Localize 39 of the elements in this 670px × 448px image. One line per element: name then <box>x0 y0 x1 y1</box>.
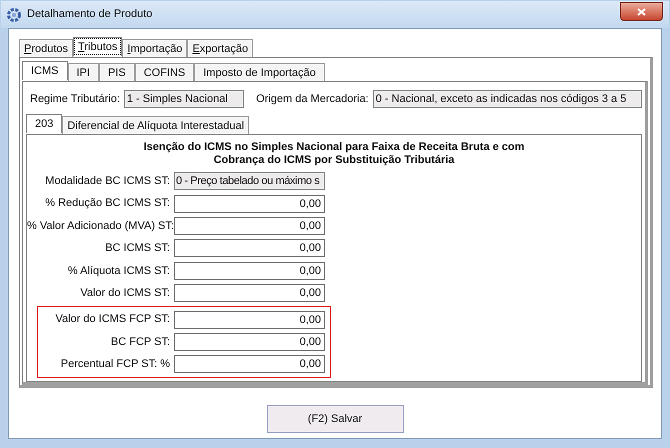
tab[interactable]: Diferencial de Alíquota Interestadual <box>62 116 250 134</box>
input-field[interactable]: 0,00 <box>174 355 325 374</box>
tab[interactable]: Imposto de Importação <box>194 63 325 81</box>
gear-icon <box>7 8 21 22</box>
input-field[interactable]: 0,00 <box>174 332 325 351</box>
field-label: Origem da Mercadoria: <box>256 92 369 107</box>
window-title: Detalhamento de Produto <box>27 7 152 22</box>
tab[interactable]: 203 <box>26 114 62 133</box>
field-label: % Redução BC ICMS ST: <box>44 196 171 212</box>
tab[interactable]: Exportação <box>187 39 254 57</box>
field-label: % Alíquota ICMS ST: <box>66 264 171 278</box>
tab[interactable]: Tributos <box>73 37 122 56</box>
tab[interactable]: Produtos <box>19 39 74 57</box>
input-field[interactable]: 0,00 <box>174 310 325 329</box>
close-icon <box>637 8 646 16</box>
input-field[interactable]: 0,00 <box>174 216 325 235</box>
field-label: Regime Tributário: <box>30 92 120 107</box>
input-field[interactable]: 0,00 <box>174 194 325 213</box>
section-heading: Isenção do ICMS no Simples Nacional para Faixa de Receita Bruta e com Cobrança do ICMS por Substituição Tributária <box>142 141 526 167</box>
tab[interactable]: ICMS <box>22 61 68 80</box>
close-button[interactable] <box>620 2 663 21</box>
dropdown-field[interactable]: 0 - Preço tabelado ou máximo s <box>174 172 325 190</box>
input-field[interactable]: 0,00 <box>174 284 325 302</box>
save-button[interactable]: (F2) Salvar <box>266 405 404 433</box>
tab[interactable]: COFINS <box>134 63 194 81</box>
input-field[interactable]: 0,00 <box>174 262 325 280</box>
tab[interactable]: Importação <box>122 39 188 57</box>
tab[interactable]: PIS <box>98 63 135 81</box>
tab[interactable]: IPI <box>68 63 99 81</box>
field-label: % Valor Adicionado (MVA) ST: <box>27 218 174 234</box>
field-label: Percentual FCP ST: % <box>60 357 171 372</box>
field-label: Valor do ICMS ST: <box>79 286 171 301</box>
field-label: Modalidade BC ICMS ST: <box>44 174 171 189</box>
dropdown-field[interactable]: 1 - Simples Nacional <box>124 90 244 108</box>
field-label: BC FCP ST: <box>110 334 171 350</box>
input-field[interactable]: 0,00 <box>174 239 325 258</box>
dropdown-field[interactable]: 0 - Nacional, exceto as indicadas nos códigos 3 a 5 <box>372 90 642 108</box>
field-label: Valor do ICMS FCP ST: <box>54 312 171 328</box>
field-label: BC ICMS ST: <box>104 241 171 256</box>
